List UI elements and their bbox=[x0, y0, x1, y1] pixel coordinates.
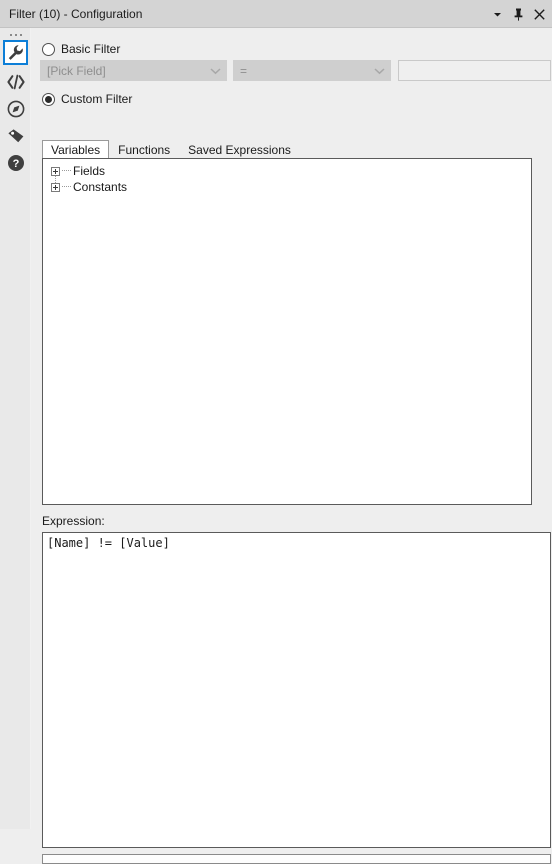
tab-saved-expressions[interactable]: Saved Expressions bbox=[179, 140, 300, 159]
expression-tabs: Variables Functions Saved Expressions bbox=[42, 140, 300, 159]
svg-text:?: ? bbox=[12, 158, 19, 170]
pick-field-value: [Pick Field] bbox=[47, 63, 106, 78]
filter-value-input[interactable] bbox=[398, 60, 551, 81]
expression-text[interactable]: [Name] != [Value] bbox=[43, 533, 550, 553]
basic-filter-radio-row[interactable]: Basic Filter bbox=[42, 42, 120, 56]
tab-functions[interactable]: Functions bbox=[109, 140, 179, 159]
help-icon: ? bbox=[7, 154, 25, 172]
custom-filter-radio-row[interactable]: Custom Filter bbox=[42, 92, 132, 106]
wrench-icon bbox=[7, 44, 24, 61]
rail-item-annotation[interactable] bbox=[3, 123, 28, 148]
chevron-down-icon bbox=[204, 61, 226, 80]
tree-node-constants[interactable]: Constants bbox=[43, 179, 531, 195]
pick-field-combobox[interactable]: [Pick Field] bbox=[40, 60, 227, 81]
close-icon[interactable] bbox=[532, 5, 546, 23]
pin-icon[interactable] bbox=[511, 5, 525, 23]
tool-rail: ? bbox=[0, 28, 31, 829]
window-title: Filter (10) - Configuration bbox=[9, 7, 143, 21]
rail-item-configuration[interactable] bbox=[3, 40, 28, 65]
window-titlebar: Filter (10) - Configuration bbox=[0, 0, 552, 28]
operator-combobox[interactable]: = bbox=[233, 60, 391, 81]
basic-filter-label: Basic Filter bbox=[61, 42, 121, 56]
tab-variables[interactable]: Variables bbox=[42, 140, 110, 159]
rail-overflow-icon[interactable] bbox=[5, 30, 27, 40]
tree-node-label: Constants bbox=[73, 180, 128, 194]
tree-connector bbox=[62, 170, 71, 172]
expand-icon[interactable] bbox=[51, 182, 60, 192]
rail-item-help[interactable]: ? bbox=[3, 150, 28, 175]
chevron-down-icon[interactable] bbox=[490, 5, 504, 23]
custom-filter-label: Custom Filter bbox=[61, 92, 133, 106]
compass-icon bbox=[7, 100, 25, 118]
chevron-down-icon bbox=[368, 61, 390, 80]
expand-icon[interactable] bbox=[51, 166, 60, 176]
code-icon bbox=[6, 74, 25, 90]
expression-editor[interactable]: [Name] != [Value] bbox=[42, 532, 551, 848]
rail-item-xml[interactable] bbox=[3, 69, 28, 94]
custom-filter-radio[interactable] bbox=[42, 92, 55, 106]
bottom-panel bbox=[42, 854, 551, 864]
rail-item-engine[interactable] bbox=[3, 96, 28, 121]
tag-icon bbox=[7, 128, 25, 144]
tree-node-fields[interactable]: Fields bbox=[43, 163, 531, 179]
tree-connector bbox=[62, 186, 71, 188]
expression-label: Expression: bbox=[42, 514, 105, 528]
variables-tree-panel[interactable]: Fields Constants bbox=[42, 158, 532, 505]
basic-filter-radio[interactable] bbox=[42, 42, 55, 56]
window-controls bbox=[490, 0, 546, 28]
configuration-panel: Basic Filter [Pick Field] = Custom Filte… bbox=[32, 28, 552, 864]
operator-value: = bbox=[240, 63, 248, 78]
tree-node-label: Fields bbox=[73, 164, 106, 178]
